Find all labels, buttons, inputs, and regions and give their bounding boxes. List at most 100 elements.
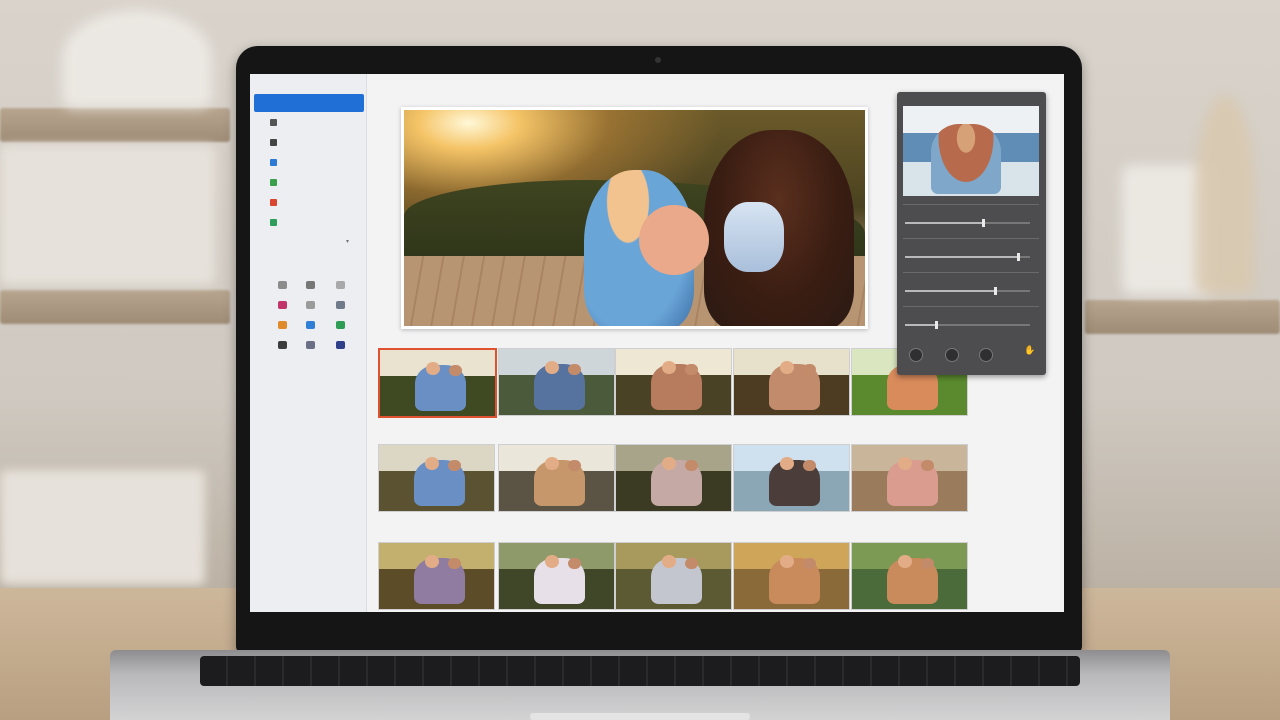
share-icon	[270, 219, 277, 226]
app-window: ▾ ✋	[250, 74, 1064, 612]
panel-button-2[interactable]	[945, 348, 959, 362]
color-swatch[interactable]	[306, 281, 315, 289]
adjustment-slider[interactable]	[905, 321, 1030, 329]
thumbnail-caption	[851, 514, 931, 520]
adjustment-slider[interactable]	[905, 287, 1030, 295]
thumbnail-caption	[615, 418, 695, 424]
photo-thumbnail[interactable]	[851, 542, 968, 610]
photo-thumbnail[interactable]	[378, 542, 495, 610]
color-swatch[interactable]	[278, 321, 287, 329]
thumbnail-head	[921, 557, 934, 570]
photo-face	[639, 205, 709, 275]
thumbnail-caption	[378, 514, 458, 520]
slider-handle[interactable]	[935, 321, 939, 329]
photo-thumbnail[interactable]	[615, 444, 732, 512]
thumbnail-head	[803, 363, 816, 376]
color-swatch[interactable]	[336, 341, 345, 349]
photo-thumbnail[interactable]	[378, 348, 497, 418]
thumbnail-head	[898, 554, 912, 569]
thumbnail-caption	[851, 418, 931, 424]
photo-thumbnail[interactable]	[851, 444, 968, 512]
photo-thumbnail[interactable]	[733, 542, 850, 610]
color-swatch[interactable]	[336, 321, 345, 329]
sidebar-item-library[interactable]	[270, 137, 360, 149]
color-swatch[interactable]	[278, 281, 287, 289]
sidebar-item-photos[interactable]	[254, 94, 364, 112]
sidebar: ▾	[250, 74, 367, 612]
thumbnail-caption	[733, 418, 813, 424]
chevron-down-icon[interactable]: ▾	[346, 238, 349, 245]
adjustment-slider[interactable]	[905, 219, 1030, 227]
adjustment-slider[interactable]	[905, 253, 1030, 261]
color-swatch[interactable]	[306, 321, 315, 329]
thumbnail-head	[448, 459, 461, 472]
photo-thumbnail[interactable]	[615, 542, 732, 610]
check-icon	[270, 179, 277, 186]
photo-thumbnail[interactable]	[498, 542, 615, 610]
thumbnail-caption	[615, 514, 695, 520]
thumbnail-head	[545, 456, 559, 471]
panel-button-1[interactable]	[909, 348, 923, 362]
pen-icon	[270, 119, 277, 126]
thumbnail-head	[662, 456, 676, 471]
thumbnail-head	[568, 459, 581, 472]
thumbnail-head	[685, 459, 698, 472]
sidebar-item-recent[interactable]	[270, 197, 360, 209]
thumbnail-head	[803, 459, 816, 472]
thumbnail-head	[685, 557, 698, 570]
color-swatch[interactable]	[336, 281, 345, 289]
photo-thumbnail[interactable]	[733, 444, 850, 512]
photo-thumbnail[interactable]	[615, 348, 732, 416]
sidebar-item-shared[interactable]	[270, 217, 360, 229]
panel-divider	[903, 204, 1039, 205]
background-bottle	[1195, 95, 1255, 295]
trackpad	[530, 713, 750, 720]
color-swatch[interactable]	[306, 301, 315, 309]
photo-thumbnail[interactable]	[378, 444, 495, 512]
thumbnail-head	[425, 456, 439, 471]
photo-thumbnail[interactable]	[733, 348, 850, 416]
background-vase	[62, 10, 212, 108]
background-shelf-left-top	[0, 108, 230, 142]
adjustments-panel: ✋	[897, 92, 1046, 375]
thumbnail-head	[448, 557, 461, 570]
sidebar-item-favorites[interactable]	[270, 177, 360, 189]
sidebar-item-albums[interactable]	[270, 157, 360, 169]
photo-thumbnail[interactable]	[498, 444, 615, 512]
thumbnail-head	[425, 554, 439, 569]
thumbnail-head	[780, 360, 794, 375]
thumbnail-head	[449, 364, 462, 377]
main-photo-preview[interactable]	[401, 107, 868, 329]
panel-button-3[interactable]	[979, 348, 993, 362]
thumbnail-caption	[498, 418, 578, 424]
slider-fill	[905, 290, 995, 292]
thumbnail-caption	[498, 514, 578, 520]
thumbnail-head	[780, 456, 794, 471]
hand-pointer-icon: ✋	[1024, 346, 1036, 356]
slider-handle[interactable]	[994, 287, 997, 295]
background-shelf-right	[1085, 300, 1280, 334]
thumbnail-caption	[733, 514, 813, 520]
panel-divider	[903, 272, 1039, 273]
thumbnail-head	[426, 361, 440, 376]
color-swatch[interactable]	[306, 341, 315, 349]
thumbnail-head	[803, 557, 816, 570]
record-icon	[270, 199, 277, 206]
color-swatch[interactable]	[336, 301, 345, 309]
color-swatch[interactable]	[278, 341, 287, 349]
slider-handle[interactable]	[1016, 253, 1020, 261]
keyboard	[200, 656, 1080, 686]
background-shelf-left-mid	[0, 290, 230, 324]
slider-fill	[905, 222, 983, 224]
slider-handle[interactable]	[981, 219, 985, 227]
panel-divider	[903, 306, 1039, 307]
sidebar-item-edit[interactable]	[270, 117, 360, 129]
panel-preview-image	[903, 106, 1039, 196]
background-box-left-low	[0, 470, 205, 585]
photo-thumbnail[interactable]	[498, 348, 615, 416]
preview-figure	[931, 124, 1001, 194]
slider-fill	[905, 256, 1018, 258]
slider-fill	[905, 324, 937, 326]
color-swatch[interactable]	[278, 301, 287, 309]
photo-baby	[724, 202, 784, 272]
